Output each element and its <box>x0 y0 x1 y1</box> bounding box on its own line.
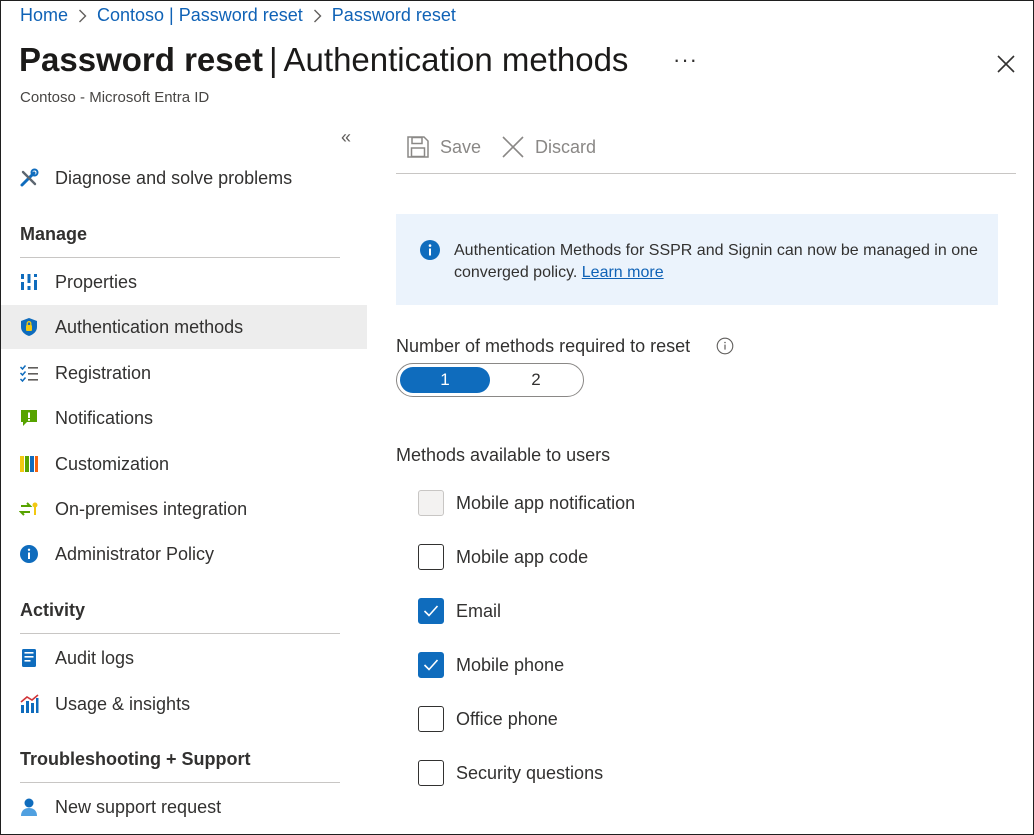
sidebar-item-authentication-methods[interactable]: Authentication methods <box>1 305 367 349</box>
checkbox[interactable] <box>418 490 444 516</box>
checkbox[interactable] <box>418 760 444 786</box>
sidebar-item-label: Registration <box>55 362 152 383</box>
divider <box>20 633 340 634</box>
section-troubleshooting-support: Troubleshooting + Support <box>20 749 251 769</box>
properties-icon <box>19 272 39 292</box>
toolbar-divider <box>396 173 1016 174</box>
sidebar-item-new-support-request[interactable]: New support request <box>1 785 367 829</box>
audit-log-icon <box>19 648 39 668</box>
chart-icon <box>19 694 39 714</box>
chevron-right-icon <box>78 9 87 23</box>
method-security-questions[interactable]: Security questions <box>418 759 603 787</box>
method-mobile-app-code[interactable]: Mobile app code <box>418 543 588 571</box>
method-mobile-app-notification[interactable]: Mobile app notification <box>418 489 635 517</box>
page-title-bold: Password reset <box>19 41 263 78</box>
sidebar-item-administrator-policy[interactable]: Administrator Policy <box>1 532 367 576</box>
breadcrumb-home[interactable]: Home <box>20 5 68 26</box>
sidebar-item-usage-insights[interactable]: Usage & insights <box>1 682 367 726</box>
divider <box>20 257 340 258</box>
page-title: Password reset | Authentication methods <box>19 41 628 79</box>
methods-required-label: Number of methods required to reset <box>396 336 691 356</box>
wrench-icon <box>19 168 39 188</box>
close-button[interactable] <box>995 53 1017 75</box>
notification-icon <box>19 408 39 428</box>
method-label: Email <box>456 600 502 621</box>
method-label: Office phone <box>456 708 558 729</box>
sidebar-item-notifications[interactable]: Notifications <box>1 396 367 440</box>
sidebar-item-label: Properties <box>55 271 138 292</box>
page-title-section: Authentication methods <box>283 41 629 78</box>
palette-icon <box>19 454 39 474</box>
sidebar-item-registration[interactable]: Registration <box>1 351 367 395</box>
close-icon <box>502 136 524 158</box>
sidebar-item-label: Diagnose and solve problems <box>55 167 293 188</box>
method-mobile-phone[interactable]: Mobile phone <box>418 651 564 679</box>
sidebar-item-properties[interactable]: Properties <box>1 260 367 304</box>
method-label: Security questions <box>456 762 604 783</box>
close-icon <box>997 55 1015 73</box>
sidebar-item-label: Administrator Policy <box>55 543 215 564</box>
info-banner-message: Authentication Methods for SSPR and Sign… <box>454 242 978 281</box>
checkbox[interactable] <box>418 598 444 624</box>
collapse-sidebar-button[interactable]: « <box>341 127 351 148</box>
info-icon <box>19 544 39 564</box>
sidebar-item-on-premises-integration[interactable]: On-premises integration <box>1 487 367 531</box>
sidebar-item-label: Customization <box>55 453 170 474</box>
sync-icon <box>19 499 39 519</box>
method-office-phone[interactable]: Office phone <box>418 705 558 733</box>
learn-more-link[interactable]: Learn more <box>582 264 664 281</box>
sidebar-item-label: Audit logs <box>55 647 135 668</box>
save-icon <box>407 136 429 158</box>
methods-required-option-1[interactable]: 1 <box>400 367 490 393</box>
section-activity: Activity <box>20 600 86 620</box>
breadcrumb-password-reset[interactable]: Password reset <box>332 5 456 26</box>
discard-button[interactable]: Discard <box>501 135 596 159</box>
method-label: Mobile phone <box>456 654 565 675</box>
sidebar-item-label: Usage & insights <box>55 693 191 714</box>
methods-required-option-2[interactable]: 2 <box>492 367 580 393</box>
info-banner: Authentication Methods for SSPR and Sign… <box>396 214 998 305</box>
shield-key-icon <box>19 317 39 337</box>
sidebar-item-customization[interactable]: Customization <box>1 442 367 486</box>
checkmark-icon <box>423 659 439 671</box>
checkmark-icon <box>423 605 439 617</box>
methods-available-label: Methods available to users <box>396 445 611 465</box>
checklist-icon <box>19 363 39 383</box>
person-support-icon <box>19 797 39 817</box>
info-banner-text: Authentication Methods for SSPR and Sign… <box>454 240 984 284</box>
sidebar-item-label: On-premises integration <box>55 498 248 519</box>
sidebar-item-diagnose[interactable]: Diagnose and solve problems <box>1 156 367 200</box>
page-subtitle: Contoso - Microsoft Entra ID <box>20 89 210 106</box>
method-label: Mobile app code <box>456 546 589 567</box>
method-label: Mobile app notification <box>456 492 636 513</box>
breadcrumb: Home Contoso | Password reset Password r… <box>20 5 456 26</box>
sidebar-item-label: Authentication methods <box>55 316 244 337</box>
checkbox[interactable] <box>418 652 444 678</box>
breadcrumb-contoso-password-reset[interactable]: Contoso | Password reset <box>97 5 303 26</box>
divider <box>20 782 340 783</box>
save-button-label: Save <box>440 136 482 157</box>
sidebar-item-audit-logs[interactable]: Audit logs <box>1 636 367 680</box>
chevron-right-icon <box>313 9 322 23</box>
section-manage: Manage <box>20 224 88 244</box>
more-options-button[interactable]: ··· <box>673 47 698 73</box>
methods-required-toggle: 1 2 <box>396 363 584 397</box>
info-icon <box>420 240 440 260</box>
save-button[interactable]: Save <box>406 135 481 159</box>
checkbox[interactable] <box>418 706 444 732</box>
method-email[interactable]: Email <box>418 597 501 625</box>
sidebar-item-label: New support request <box>55 796 222 817</box>
page-title-separator: | <box>268 41 278 78</box>
blade-frame: Home Contoso | Password reset Password r… <box>0 0 1034 835</box>
info-circle-icon[interactable] <box>716 337 734 355</box>
discard-button-label: Discard <box>535 136 597 157</box>
sidebar-item-label: Notifications <box>55 407 154 428</box>
checkbox[interactable] <box>418 544 444 570</box>
